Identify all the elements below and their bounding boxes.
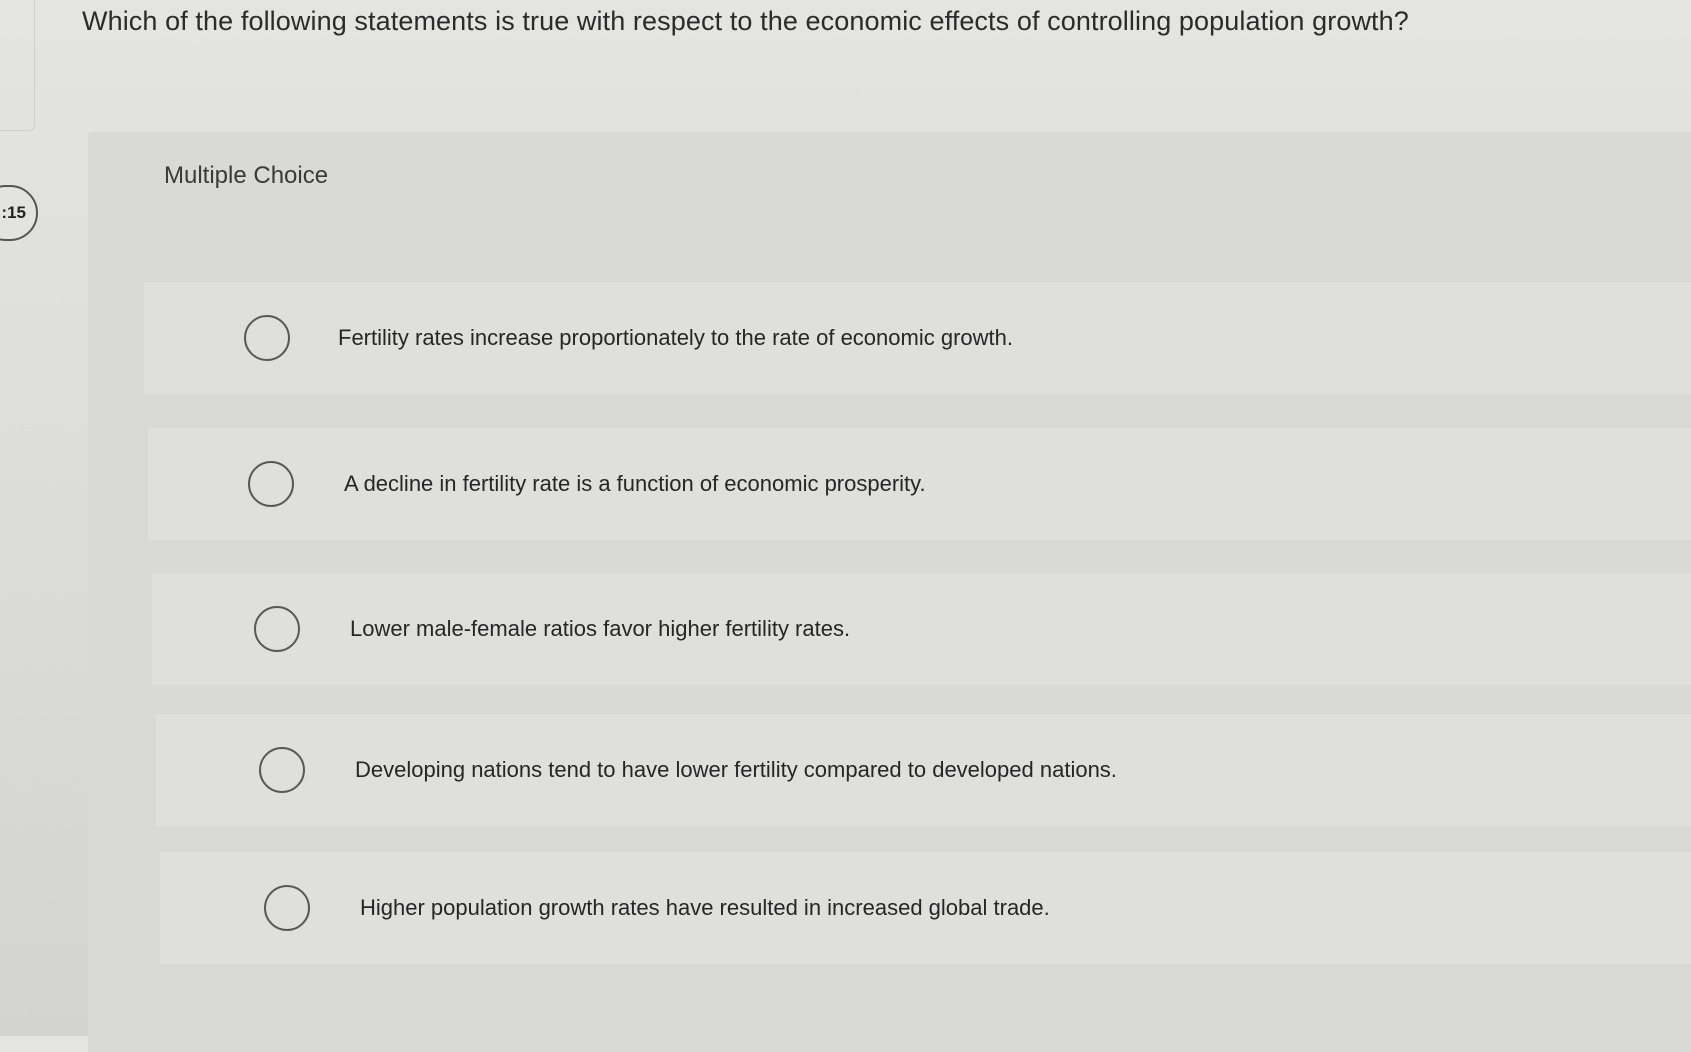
answer-option-1[interactable]: Fertility rates increase proportionately…: [144, 282, 1691, 394]
multiple-choice-panel: Multiple Choice Fertility rates increase…: [88, 132, 1691, 1052]
answer-option-5[interactable]: Higher population growth rates have resu…: [160, 852, 1691, 964]
panel-title: Multiple Choice: [164, 162, 329, 189]
left-sidebar-edge: [0, 0, 35, 131]
radio-button-icon[interactable]: [244, 315, 290, 361]
question-number-label: :15: [1, 203, 26, 222]
answer-option-label: Lower male-female ratios favor higher fe…: [350, 616, 851, 641]
answer-option-label: Developing nations tend to have lower fe…: [355, 757, 1117, 782]
answer-option-label: Fertility rates increase proportionately…: [338, 325, 1013, 350]
answer-option-2[interactable]: A decline in fertility rate is a functio…: [148, 428, 1691, 540]
radio-button-icon[interactable]: [259, 747, 305, 793]
question-number-badge[interactable]: :15: [0, 185, 38, 241]
radio-button-icon[interactable]: [248, 461, 294, 507]
answer-option-4[interactable]: Developing nations tend to have lower fe…: [156, 714, 1691, 826]
answer-option-label: A decline in fertility rate is a functio…: [344, 471, 926, 496]
radio-button-icon[interactable]: [264, 885, 310, 931]
answer-option-3[interactable]: Lower male-female ratios favor higher fe…: [152, 573, 1691, 685]
question-prompt: Which of the following statements is tru…: [82, 6, 1409, 36]
radio-button-icon[interactable]: [254, 606, 300, 652]
answer-option-label: Higher population growth rates have resu…: [360, 895, 1050, 920]
